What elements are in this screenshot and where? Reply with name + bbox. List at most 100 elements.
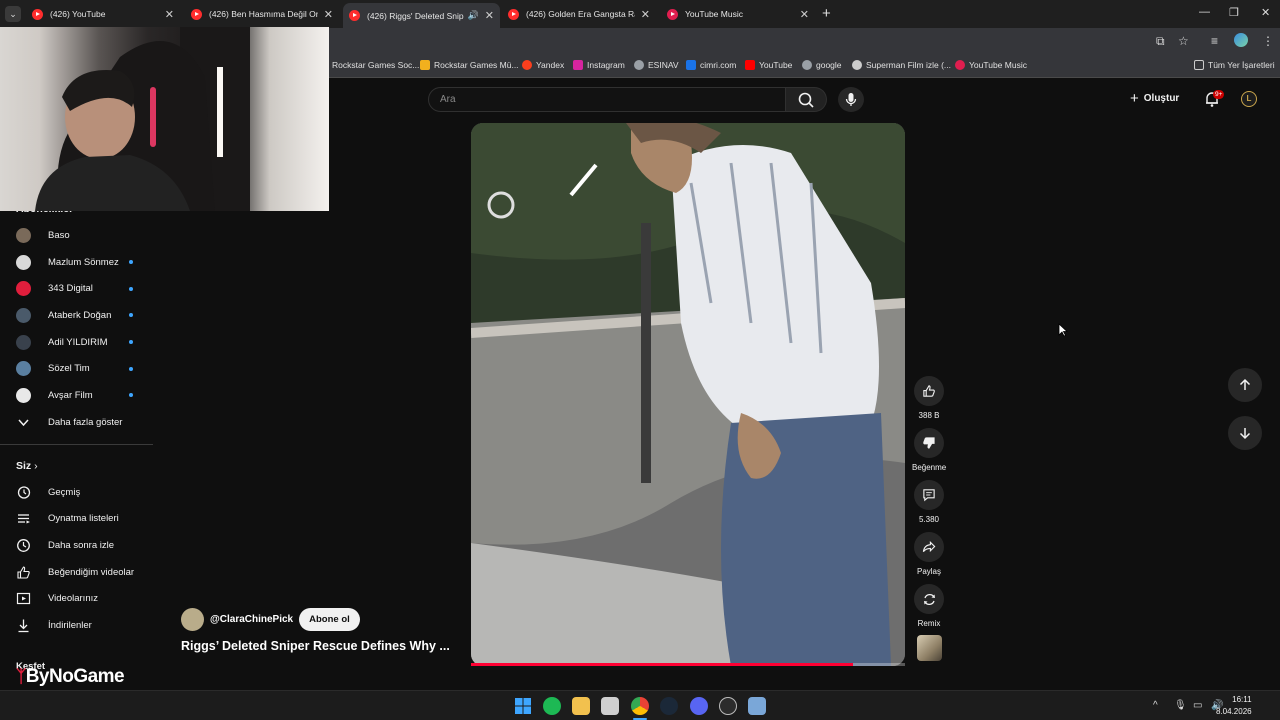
- media-controls-icon[interactable]: ≡: [1211, 34, 1218, 48]
- like-action[interactable]: 388 B: [912, 376, 946, 420]
- short-title[interactable]: Riggs’ Deleted Sniper Rescue Defines Why…: [181, 639, 450, 653]
- bookmark-item[interactable]: google: [802, 60, 842, 70]
- watermark-text: ByNoGame: [25, 666, 125, 687]
- subscription-item[interactable]: Adil YILDIRIM: [16, 332, 107, 352]
- create-button[interactable]: + Oluştur: [1130, 90, 1179, 107]
- windows-start-icon[interactable]: [514, 697, 532, 715]
- close-icon[interactable]: ✕: [165, 8, 174, 21]
- youtube-icon: [32, 8, 43, 20]
- previous-short-button[interactable]: [1228, 368, 1262, 402]
- subscription-item[interactable]: 343 Digital: [16, 278, 93, 298]
- tray-overflow-icon[interactable]: ^: [1153, 700, 1158, 711]
- sound-thumbnail[interactable]: [917, 635, 942, 661]
- close-icon[interactable]: ✕: [324, 8, 333, 21]
- bookmark-item[interactable]: cimri.com: [686, 60, 736, 70]
- cast-icon[interactable]: ⧉: [1156, 34, 1165, 49]
- comments-action[interactable]: 5.380: [912, 480, 946, 524]
- account-avatar[interactable]: L: [1241, 91, 1257, 107]
- remix-button[interactable]: [914, 584, 944, 614]
- bookmark-item[interactable]: YouTube: [745, 60, 792, 70]
- channel-avatar: [16, 307, 31, 323]
- dislike-action[interactable]: Beğenme: [912, 428, 946, 472]
- bookmark-item[interactable]: YouTube Music: [955, 60, 1027, 70]
- bookmark-item[interactable]: Instagram: [573, 60, 625, 70]
- close-icon[interactable]: ✕: [800, 8, 809, 21]
- search-placeholder: Ara: [440, 94, 456, 105]
- sidebar-item-history[interactable]: Geçmiş: [16, 482, 80, 502]
- bookmark-item[interactable]: ESINAV: [634, 60, 679, 70]
- subscription-item[interactable]: Avşar Film: [16, 385, 93, 405]
- microphone-tray-icon[interactable]: 🎙: [1174, 700, 1187, 711]
- new-tab-button[interactable]: +: [822, 5, 831, 22]
- spotify-icon[interactable]: [543, 697, 561, 715]
- comments-button[interactable]: [914, 480, 944, 510]
- channel-avatar[interactable]: [181, 608, 204, 631]
- your-videos-icon: [16, 592, 31, 604]
- subscribe-button[interactable]: Abone ol: [299, 608, 360, 631]
- close-icon[interactable]: ✕: [641, 8, 650, 21]
- you-section-title[interactable]: Siz ›: [16, 460, 38, 472]
- close-icon[interactable]: ✕: [485, 9, 494, 22]
- search-input[interactable]: Ara: [428, 87, 786, 112]
- bookmark-item[interactable]: Rockstar Games Soc...: [332, 60, 419, 70]
- tab-search-icon[interactable]: ⌄: [5, 6, 21, 22]
- youtube-music-icon: [667, 8, 678, 20]
- restore-icon[interactable]: ❐: [1229, 6, 1239, 19]
- next-short-button[interactable]: [1228, 416, 1262, 450]
- file-explorer-icon[interactable]: [572, 697, 590, 715]
- video-progress-fill: [471, 663, 853, 666]
- more-menu-icon[interactable]: ⋮: [1262, 34, 1274, 48]
- channel-name: Avşar Film: [48, 389, 93, 401]
- remix-action[interactable]: Remix: [912, 584, 946, 628]
- sidebar-item-downloads[interactable]: İndirilenler: [16, 615, 92, 635]
- speaker-icon[interactable]: 🔊: [468, 10, 479, 21]
- sidebar-item-playlists[interactable]: Oynatma listeleri: [16, 508, 119, 528]
- browser-tab[interactable]: YouTube Music ✕: [661, 3, 815, 25]
- share-action[interactable]: Paylaş: [912, 532, 946, 576]
- browser-tab[interactable]: (426) Ben Hasmıma Değil Ona ✕: [185, 3, 339, 25]
- short-video-player[interactable]: [471, 123, 905, 666]
- new-content-dot: [129, 313, 133, 317]
- browser-tab-active[interactable]: (426) Riggs' Deleted Sniper 🔊 ✕: [343, 3, 500, 28]
- chrome-icon[interactable]: [631, 697, 649, 715]
- search-button[interactable]: [786, 87, 827, 112]
- browser-tab[interactable]: (426) Golden Era Gangsta Rap | ✕: [502, 3, 656, 25]
- minimize-icon[interactable]: —: [1199, 6, 1210, 18]
- subscription-item[interactable]: Sözel Tim: [16, 358, 90, 378]
- dislike-button[interactable]: [914, 428, 944, 458]
- browser-tab[interactable]: (426) YouTube ✕: [26, 3, 180, 25]
- microsoft-store-icon[interactable]: [601, 697, 619, 715]
- share-button[interactable]: [914, 532, 944, 562]
- channel-handle[interactable]: @ClaraChinePick: [210, 614, 293, 625]
- settings-app-icon[interactable]: [748, 697, 766, 715]
- bookmark-label: Tüm Yer İşaretleri: [1208, 60, 1275, 70]
- subscription-item[interactable]: Ataberk Doğan: [16, 305, 111, 325]
- video-progress-bar[interactable]: [471, 663, 905, 666]
- like-button[interactable]: [914, 376, 944, 406]
- youtube-icon: [745, 60, 755, 70]
- profile-icon[interactable]: [1234, 33, 1248, 47]
- sidebar-item-liked-videos[interactable]: Beğendiğim videolar: [16, 562, 134, 582]
- subscription-item[interactable]: Baso: [16, 225, 70, 245]
- taskbar-clock[interactable]: 16:11 8.04.2026: [1216, 694, 1252, 718]
- sidebar-item-your-videos[interactable]: Videolarınız: [16, 588, 98, 608]
- bookmark-item[interactable]: Rockstar Games Mü...: [420, 60, 519, 70]
- comment-icon: [923, 489, 935, 502]
- bookmark-item[interactable]: Superman Film izle (...: [852, 60, 951, 70]
- discord-icon[interactable]: [690, 697, 708, 715]
- bookmark-star-icon[interactable]: ☆: [1178, 34, 1189, 48]
- voice-search-button[interactable]: [838, 87, 864, 112]
- show-more-button[interactable]: Daha fazla göster: [16, 412, 122, 432]
- tab-title: (426) Golden Era Gangsta Rap |: [526, 9, 635, 19]
- sidebar-item-watch-later[interactable]: Daha sonra izle: [16, 535, 114, 555]
- globe-icon: [802, 60, 812, 70]
- bookmark-label: cimri.com: [700, 60, 737, 70]
- subscription-item[interactable]: Mazlum Sönmez: [16, 252, 119, 272]
- close-window-icon[interactable]: ✕: [1261, 6, 1270, 19]
- create-label: Oluştur: [1143, 93, 1180, 104]
- steelseries-icon[interactable]: [719, 697, 737, 715]
- all-bookmarks[interactable]: Tüm Yer İşaretleri: [1194, 60, 1275, 70]
- display-tray-icon[interactable]: ▭: [1193, 700, 1202, 711]
- bookmark-item[interactable]: Yandex: [522, 60, 564, 70]
- steam-icon[interactable]: [660, 697, 678, 715]
